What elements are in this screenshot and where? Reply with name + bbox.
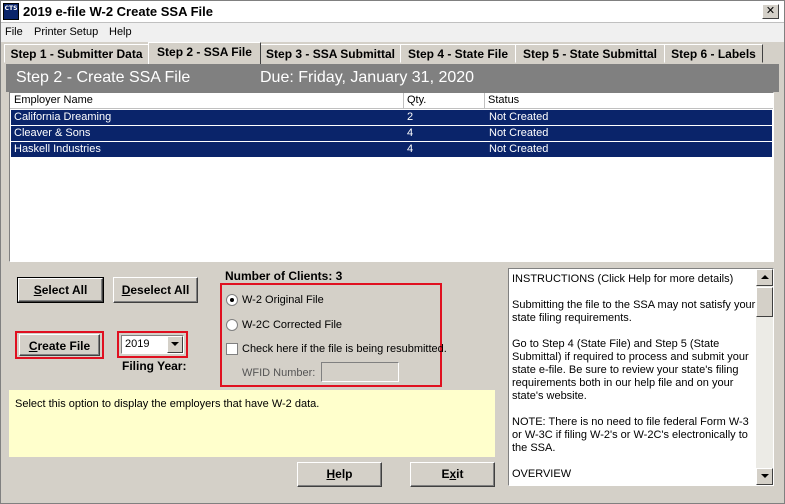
cell-status: Not Created — [489, 143, 549, 155]
table-row[interactable]: California Dreaming 2 Not Created — [11, 109, 772, 125]
exit-label-end: it — [456, 467, 464, 481]
instructions-paragraph: Submitting the file to the SSA may not s… — [512, 299, 756, 324]
cell-qty: 4 — [407, 143, 414, 155]
cell-employer: California Dreaming — [14, 111, 112, 123]
filing-year-dropdown-button[interactable] — [167, 336, 183, 353]
menu-printer-setup[interactable]: Printer Setup — [34, 26, 98, 38]
due-date: Due: Friday, January 31, 2020 — [260, 69, 475, 86]
wfid-number-field[interactable] — [321, 362, 399, 382]
table-row[interactable]: Haskell Industries 4 Not Created — [11, 141, 772, 157]
tab-ssa-file[interactable]: Step 2 - SSA File — [148, 42, 261, 64]
window-title: 2019 e-file W-2 Create SSA File — [23, 4, 213, 19]
column-divider — [403, 93, 404, 109]
clients-count: Number of Clients: 3 — [225, 269, 343, 283]
filing-year-value: 2019 — [125, 338, 150, 350]
hint-text: Select this option to display the employ… — [15, 398, 320, 410]
column-divider — [484, 93, 485, 109]
table-header: Employer Name Qty. Status — [10, 93, 773, 109]
menu-bar: File Printer Setup Help — [1, 23, 784, 42]
instructions-paragraph: NOTE: There is no need to file federal F… — [512, 416, 749, 454]
tab-ssa-submittal[interactable]: Step 3 - SSA Submittal — [260, 44, 401, 63]
chevron-down-icon — [171, 342, 179, 346]
cell-qty: 4 — [407, 127, 414, 139]
instructions-paragraph: OVERVIEW — [512, 468, 572, 480]
column-header-employer[interactable]: Employer Name — [14, 94, 93, 108]
original-file-label[interactable]: W-2 Original File — [242, 294, 324, 306]
select-all-accelerator: S — [33, 283, 42, 297]
create-file-label: reate File — [37, 339, 91, 353]
tab-labels[interactable]: Step 6 - Labels — [664, 44, 763, 63]
scroll-up-button[interactable] — [756, 269, 773, 286]
resubmitted-label[interactable]: Check here if the file is being resubmit… — [242, 343, 447, 355]
page-title: Step 2 - Create SSA File — [16, 69, 191, 86]
help-accelerator: H — [326, 467, 336, 481]
hint-panel: Select this option to display the employ… — [9, 390, 495, 457]
table-row[interactable]: Cleaver & Sons 4 Not Created — [11, 125, 772, 141]
scroll-down-button[interactable] — [756, 468, 773, 485]
cell-employer: Cleaver & Sons — [14, 127, 91, 139]
instructions-panel[interactable]: INSTRUCTIONS (Click Help for more detail… — [508, 268, 774, 486]
title-bar: CTS 2019 e-file W-2 Create SSA File ✕ — [1, 1, 784, 23]
select-all-label: elect All — [41, 283, 88, 297]
help-button[interactable]: Help — [297, 462, 382, 487]
step-header: Step 2 - Create SSA File Due: Friday, Ja… — [6, 64, 779, 92]
file-options-panel: W-2 Original File W-2C Corrected File Ch… — [222, 285, 447, 386]
tab-state-submittal[interactable]: Step 5 - State Submittal — [515, 44, 665, 63]
wfid-label: WFID Number: — [242, 367, 316, 379]
cell-qty: 2 — [407, 111, 414, 123]
menu-help[interactable]: Help — [109, 26, 132, 38]
cell-employer: Haskell Industries — [14, 143, 101, 155]
resubmitted-checkbox[interactable] — [226, 343, 238, 355]
deselect-all-button[interactable]: Deselect All — [113, 277, 198, 303]
app-icon: CTS — [3, 3, 19, 20]
original-file-radio[interactable] — [226, 294, 238, 306]
arrow-up-icon — [761, 275, 769, 279]
cell-status: Not Created — [489, 127, 549, 139]
instructions-scrollbar[interactable] — [756, 269, 773, 485]
tab-state-file[interactable]: Step 4 - State File — [400, 44, 516, 63]
scrollbar-thumb[interactable] — [756, 287, 773, 317]
instructions-heading: INSTRUCTIONS (Click Help for more detail… — [512, 273, 734, 285]
instructions-text: INSTRUCTIONS (Click Help for more detail… — [512, 273, 756, 485]
corrected-file-label[interactable]: W-2C Corrected File — [242, 319, 342, 331]
column-header-qty[interactable]: Qty. — [407, 94, 426, 108]
main-window: CTS 2019 e-file W-2 Create SSA File ✕ Fi… — [0, 0, 785, 504]
column-header-status[interactable]: Status — [488, 94, 519, 108]
select-all-button[interactable]: Select All — [17, 277, 104, 303]
filing-year-label: Filing Year: — [122, 359, 187, 373]
close-button[interactable]: ✕ — [762, 4, 779, 19]
exit-button[interactable]: Exit — [410, 462, 495, 487]
instructions-paragraph: Go to Step 4 (State File) and Step 5 (St… — [512, 338, 749, 402]
filing-year-select[interactable]: 2019 — [121, 335, 184, 354]
cell-status: Not Created — [489, 111, 549, 123]
menu-file[interactable]: File — [5, 26, 23, 38]
employer-table[interactable]: Employer Name Qty. Status California Dre… — [9, 92, 774, 262]
arrow-down-icon — [761, 474, 769, 478]
create-file-button[interactable]: Create File — [19, 334, 100, 356]
corrected-file-radio[interactable] — [226, 319, 238, 331]
deselect-all-label: eselect All — [130, 283, 190, 297]
help-label: elp — [335, 467, 353, 481]
tab-submitter-data[interactable]: Step 1 - Submitter Data — [4, 44, 149, 63]
step-tabs: Step 1 - Submitter Data Step 2 - SSA Fil… — [1, 42, 784, 64]
